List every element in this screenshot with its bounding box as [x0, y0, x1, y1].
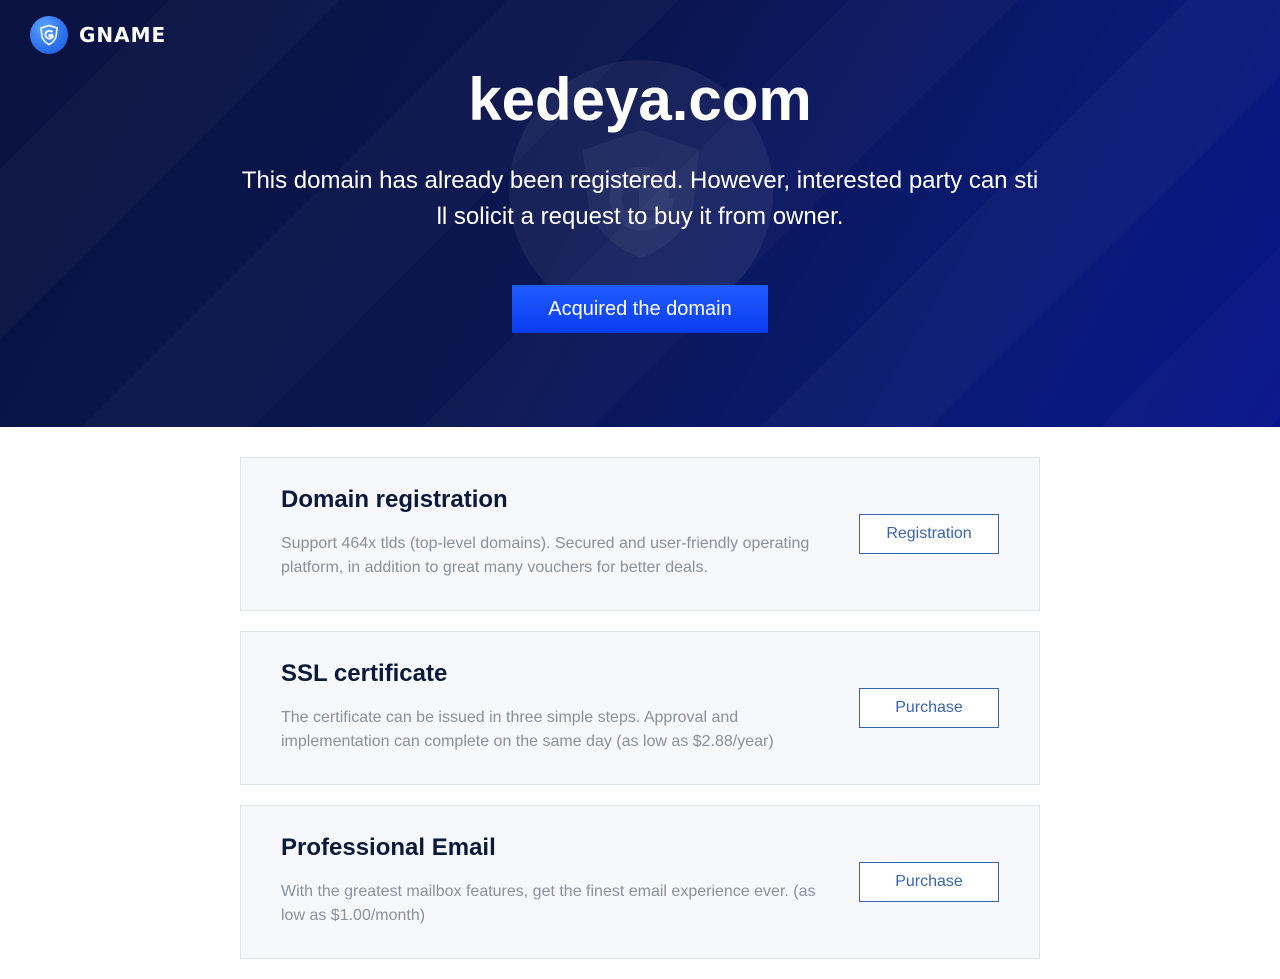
gname-logo-icon: [30, 16, 68, 54]
domain-title: kedeya.com: [468, 66, 812, 133]
purchase-ssl-button[interactable]: Purchase: [859, 688, 999, 728]
services-list: Domain registration Support 464x tlds (t…: [240, 457, 1040, 979]
service-description: Support 464x tlds (top-level domains). S…: [281, 535, 810, 576]
service-description: With the greatest mailbox features, get …: [281, 883, 816, 924]
service-card-domain-registration: Domain registration Support 464x tlds (t…: [240, 457, 1040, 611]
registration-button[interactable]: Registration: [859, 514, 999, 554]
service-title: Professional Email: [281, 834, 496, 861]
acquire-domain-button[interactable]: Acquired the domain: [512, 285, 768, 333]
brand-name: GNAME: [79, 23, 167, 47]
hero-banner: GNAME kedeya.com This domain has already…: [0, 0, 1280, 427]
service-card-professional-email: Professional Email With the greatest mai…: [240, 805, 1040, 959]
purchase-email-button[interactable]: Purchase: [859, 862, 999, 902]
service-card-ssl-certificate: SSL certificate The certificate can be i…: [240, 631, 1040, 785]
service-title: Domain registration: [281, 486, 508, 513]
registered-message: This domain has already been registered.…: [241, 167, 1039, 230]
service-title: SSL certificate: [281, 660, 448, 687]
brand-logo[interactable]: GNAME: [30, 16, 166, 54]
service-description: The certificate can be issued in three s…: [281, 709, 774, 750]
